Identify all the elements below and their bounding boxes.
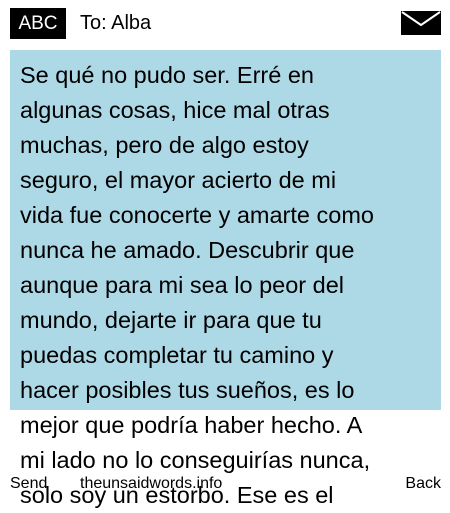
message-text: Se qué no pudo ser. Erré en algunas cosa… [20,58,430,513]
message-line: muchas, pero de algo estoy [20,132,309,158]
message-line: mundo, dejarte ir para que tu [20,307,322,333]
message-line: mi lado no lo conseguirías nunca, [20,447,371,473]
message-line: aunque para mi sea lo peor del [20,272,344,298]
message-line: nunca he amado. Descubrir que [20,237,355,263]
message-line: algunas cosas, hice mal otras [20,97,330,123]
message-line: vida fue conocerte y amarte como [20,202,374,228]
input-mode-badge[interactable]: ABC [10,8,66,39]
compose-header: ABC To: Alba [0,0,450,48]
recipient-label: To: Alba [80,12,152,34]
message-line: Se qué no pudo ser. Erré en [20,62,314,88]
footer-site-label: theunsaidwords.info [80,475,223,492]
back-button[interactable]: Back [405,474,441,494]
send-button[interactable]: Send [10,474,47,494]
message-line: seguro, el mayor acierto de mi [20,167,337,193]
message-line: puedas completar tu camino y [20,342,334,368]
envelope-icon [401,11,441,35]
message-line: hacer posibles tus sueños, es lo [20,377,355,403]
message-line: mejor que podría haber hecho. A [20,412,363,438]
